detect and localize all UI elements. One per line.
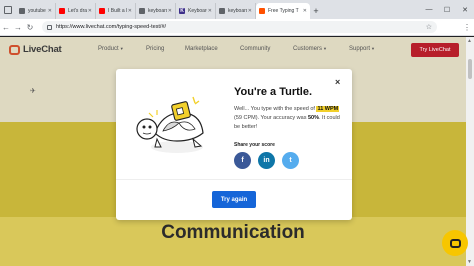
tab-close-icon[interactable]: ✕ [48,8,52,14]
tab-close-icon[interactable]: ✕ [88,8,92,14]
browser-menu-icon[interactable]: ⋮ [460,23,474,32]
nav-product-label: Product [98,46,119,52]
scrollbar-thumb[interactable] [468,59,472,79]
twitter-share-icon[interactable]: t [282,152,299,169]
nav-product[interactable]: Product▼ [98,46,124,52]
modal-title: You're a Turtle. [234,86,312,98]
tab-label: keyboard tes [148,8,167,14]
window-menu-icon[interactable] [0,0,16,19]
nav-support[interactable]: Support▼ [349,46,375,52]
chat-icon [449,238,461,248]
try-again-button[interactable]: Try again [212,191,256,208]
tab-favicon-icon [19,8,25,14]
tab-label: I Built a Keybo [108,8,127,14]
nav-customers[interactable]: Customers▼ [293,46,327,52]
share-label: Share your score [234,142,275,148]
result-text: Well... You type with the speed of 11 WP… [234,105,344,132]
forward-icon[interactable]: → [12,19,24,36]
result-text-part: (59 CPM). Your accuracy was [234,115,308,121]
accuracy-value: 50% [307,115,319,121]
result-modal: × You're a Turtle. Well... You type with… [116,69,352,220]
scroll-down-icon[interactable]: ▼ [467,259,472,265]
nav-support-label: Support [349,46,371,52]
chevron-down-icon: ▼ [371,46,375,51]
bird-icon: ✈ [30,88,36,95]
nav-pricing[interactable]: Pricing [146,46,164,52]
reload-icon[interactable]: ↻ [24,19,36,36]
tab-favicon-icon [259,8,265,14]
livechat-logo-icon [9,44,20,55]
new-tab-button[interactable]: + [310,3,322,19]
nav-pricing-label: Pricing [146,46,165,52]
close-icon[interactable]: × [335,77,340,87]
lock-icon [47,24,52,30]
nav-marketplace[interactable]: Marketplace [185,46,218,52]
browser-tab[interactable]: keyboard spe✕ [216,3,256,19]
tab-close-icon[interactable]: ✕ [248,8,252,14]
tab-label: keyboard spe [228,8,247,14]
tab-favicon-icon [59,8,65,14]
url-text: https://www.livechat.com/typing-speed-te… [56,24,167,30]
tab-favicon-icon: K [179,8,185,14]
page-scrollbar[interactable]: ▲ ▼ [466,37,474,266]
tab-close-icon[interactable]: ✕ [303,8,307,14]
tab-label: youtube - Sea [28,8,47,14]
minimize-icon[interactable]: — [420,0,438,19]
tab-favicon-icon [139,8,145,14]
facebook-share-icon[interactable]: f [234,152,251,169]
tab-label: Keyboard Tes [188,8,207,14]
tab-list: youtube - Sea✕Let's draw!✕I Built a Keyb… [16,0,310,19]
address-bar[interactable]: https://www.livechat.com/typing-speed-te… [42,21,437,33]
browser-tab-strip: youtube - Sea✕Let's draw!✕I Built a Keyb… [0,0,474,19]
tab-favicon-icon [219,8,225,14]
browser-tab[interactable]: I Built a Keybo✕ [96,3,136,19]
close-window-icon[interactable]: ✕ [456,0,474,19]
try-livechat-button[interactable]: Try LiveChat [411,43,459,57]
tab-favicon-icon [99,8,105,14]
site-header: LiveChat Product▼ Pricing Marketplace Co… [0,37,466,63]
tab-close-icon[interactable]: ✕ [208,8,212,14]
chat-widget-button[interactable] [442,230,468,256]
tab-close-icon[interactable]: ✕ [128,8,132,14]
wpm-value: 11 WPM [316,106,340,112]
browser-tab[interactable]: Let's draw!✕ [56,3,96,19]
browser-tab[interactable]: keyboard tes✕ [136,3,176,19]
livechat-logo-text: LiveChat [23,44,62,55]
tab-label: Free Typing T [268,8,299,14]
nav-community-label: Community [240,46,271,52]
browser-tab[interactable]: KKeyboard Tes✕ [176,3,216,19]
browser-tab[interactable]: youtube - Sea✕ [16,3,56,19]
tab-close-icon[interactable]: ✕ [168,8,172,14]
livechat-logo[interactable]: LiveChat [9,44,62,55]
chevron-down-icon: ▼ [119,46,124,51]
window-controls: — ☐ ✕ [420,0,474,19]
scroll-up-icon[interactable]: ▲ [467,38,472,44]
browser-toolbar: ← → ↻ https://www.livechat.com/typing-sp… [0,19,474,36]
maximize-icon[interactable]: ☐ [438,0,456,19]
browser-tab[interactable]: Free Typing T ✕ [256,3,310,19]
back-icon[interactable]: ← [0,19,12,36]
chevron-down-icon: ▼ [323,46,327,51]
result-text-part: Well... You type with the speed of [234,106,317,112]
hero-heading: Communication [161,222,305,243]
bookmark-star-icon[interactable]: ☆ [426,23,432,31]
nav-customers-label: Customers [293,46,323,52]
nav-marketplace-label: Marketplace [185,46,218,52]
tab-label: Let's draw! [68,8,87,14]
linkedin-share-icon[interactable]: in [258,152,275,169]
modal-divider [116,179,352,180]
nav-community[interactable]: Community [240,46,270,52]
turtle-illustration [136,96,204,153]
